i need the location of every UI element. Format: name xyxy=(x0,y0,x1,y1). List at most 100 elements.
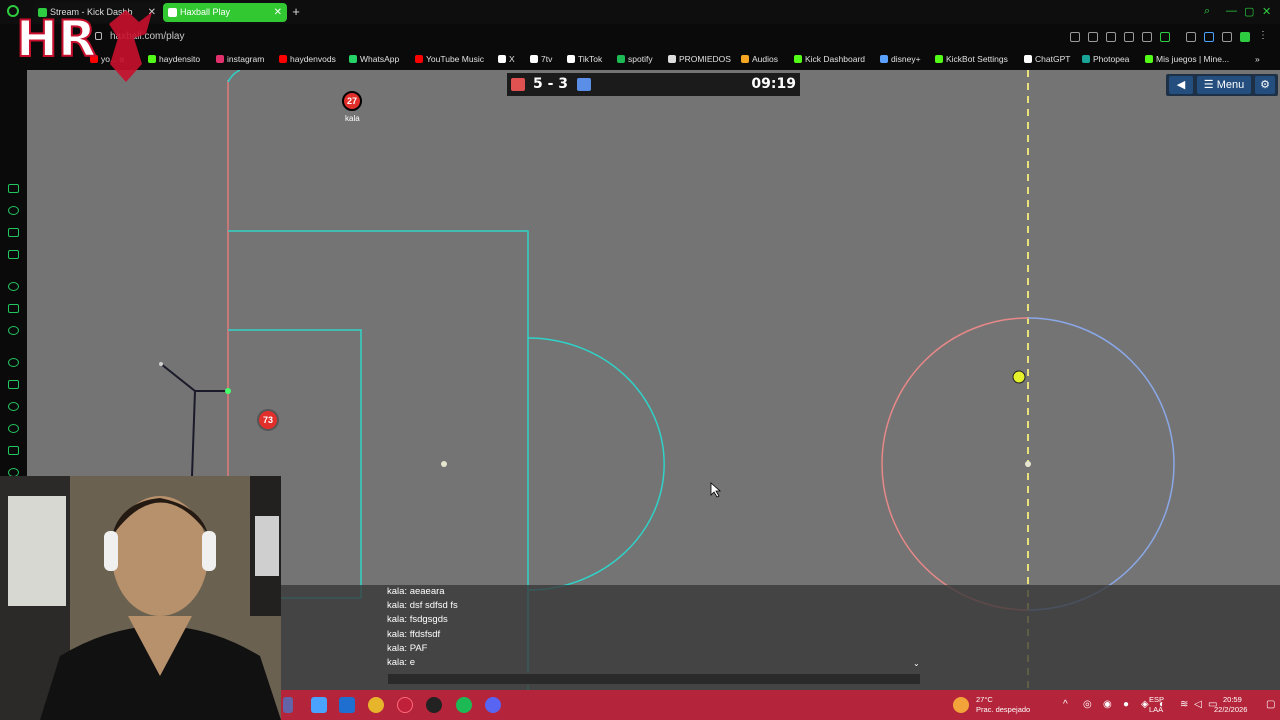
player-number: 73 xyxy=(262,415,273,425)
bookmark-photopea[interactable]: Photopea xyxy=(1082,54,1129,64)
mouse-cursor-icon xyxy=(710,482,722,498)
chat-panel: kala: aeaeara kala: dsf sdfsd fs kala: fsd… xyxy=(281,585,1280,690)
tray-app-icon[interactable]: ◈ xyxy=(1141,699,1149,710)
chat-message: kala: dsf sdfsd fs xyxy=(387,600,458,612)
profile-icon[interactable] xyxy=(1240,32,1250,42)
obs-icon[interactable] xyxy=(426,697,442,713)
bookmark-promiedos[interactable]: PROMIEDOS xyxy=(668,54,731,64)
wifi-icon[interactable]: ≋ xyxy=(1180,699,1188,710)
menu-label: Menu xyxy=(1216,79,1245,91)
bookmark-kickbot-settings[interactable]: KickBot Settings xyxy=(935,54,1008,64)
7tv-icon xyxy=(530,55,538,63)
bookmark-spotify[interactable]: spotify xyxy=(617,54,653,64)
chat-expand-icon[interactable]: ⌄ xyxy=(913,659,920,668)
sidebar-whatsapp-icon[interactable] xyxy=(8,358,19,367)
search-icon[interactable]: ⌕ xyxy=(1204,5,1210,18)
tray-app-icon[interactable]: ◉ xyxy=(1103,699,1112,710)
weather-temp: 27°C xyxy=(976,695,993,704)
sidebar-chatgpt-icon[interactable] xyxy=(8,282,19,291)
bookmark-label: ChatGPT xyxy=(1035,54,1071,64)
haxball-icon xyxy=(168,8,177,17)
heart-icon[interactable] xyxy=(1160,32,1170,42)
new-tab-button[interactable]: + xyxy=(289,3,303,21)
bookmark-instagram[interactable]: instagram xyxy=(216,54,264,64)
clock-date[interactable]: 22/2/2026 xyxy=(1214,705,1247,714)
bookmark-icon[interactable] xyxy=(1070,32,1080,42)
bookmark-audios[interactable]: Audios xyxy=(741,54,778,64)
sound-toggle-button[interactable]: ◀ xyxy=(1169,76,1193,94)
keyboard-language[interactable]: ESP xyxy=(1149,695,1164,704)
player-number: 27 xyxy=(346,96,357,106)
chat-message: kala: ffdsfsdf xyxy=(387,628,441,640)
close-tab-icon[interactable]: ✕ xyxy=(274,3,282,22)
bookmark-label: Kick Dashboard xyxy=(805,54,866,64)
7tv-extension-icon[interactable] xyxy=(1204,32,1214,42)
bookmark-x[interactable]: X xyxy=(498,54,515,64)
windows-taskbar: 27°C Prac. despejado ^ ◎ ◉ ● ◈ ◐ ESP ESP… xyxy=(281,690,1280,720)
bookmark-label: KickBot Settings xyxy=(946,54,1008,64)
webcam-overlay xyxy=(0,476,281,720)
screenshot-icon[interactable] xyxy=(1088,32,1098,42)
bookmark-label: Audios xyxy=(752,54,778,64)
bookmark-whatsapp[interactable]: WhatsApp xyxy=(349,54,399,64)
sidebar-history-icon[interactable] xyxy=(8,424,19,433)
play-icon[interactable] xyxy=(1142,32,1152,42)
close-window-icon[interactable]: ✕ xyxy=(1262,5,1271,18)
match-timer: 09:19 xyxy=(751,76,796,92)
opera-icon[interactable] xyxy=(397,697,413,713)
puzzle-icon[interactable] xyxy=(1222,32,1232,42)
browser-sidebar xyxy=(0,70,27,490)
bookmark-mis-juegos-mine[interactable]: Mis juegos | Mine... xyxy=(1145,54,1229,64)
sidebar-telegram-icon[interactable] xyxy=(8,326,19,335)
volume-icon[interactable]: ◁ xyxy=(1194,699,1202,710)
minimize-icon[interactable]: — xyxy=(1226,5,1237,17)
bookmark-disney[interactable]: disney+ xyxy=(880,54,921,64)
store-icon[interactable] xyxy=(339,697,355,713)
notifications-icon[interactable]: ▢ xyxy=(1266,699,1275,710)
photopea-icon xyxy=(1082,55,1090,63)
file-explorer-icon[interactable] xyxy=(311,697,327,713)
bookmark-label: spotify xyxy=(628,54,653,64)
clock-time[interactable]: 20:59 xyxy=(1223,695,1242,704)
sidebar-download-icon[interactable] xyxy=(8,446,19,455)
bookmark-haydenvods[interactable]: haydenvods xyxy=(279,54,336,64)
tray-app-icon[interactable]: ◎ xyxy=(1083,699,1092,710)
sidebar-refresh-icon[interactable] xyxy=(8,206,19,215)
audios-icon xyxy=(741,55,749,63)
chrome-icon[interactable] xyxy=(368,697,384,713)
bookmark-7tv[interactable]: 7tv xyxy=(530,54,552,64)
bookmarks-overflow-icon[interactable]: » xyxy=(1255,54,1260,64)
sidebar-dashboard-icon[interactable] xyxy=(8,184,19,193)
sidebar-media-icon[interactable] xyxy=(8,250,19,259)
extension-icon[interactable] xyxy=(1186,32,1196,42)
tab-haxball-play[interactable]: Haxball Play ✕ xyxy=(163,3,287,22)
spotify-icon[interactable] xyxy=(456,697,472,713)
sidebar-apps-icon[interactable] xyxy=(8,380,19,389)
shield-icon[interactable] xyxy=(1106,32,1116,42)
teams-icon[interactable] xyxy=(283,697,293,713)
bookmark-chatgpt[interactable]: ChatGPT xyxy=(1024,54,1070,64)
tray-chevron-icon[interactable]: ^ xyxy=(1063,699,1068,710)
discord-icon[interactable] xyxy=(485,697,501,713)
weather-icon[interactable] xyxy=(953,697,969,713)
bookmark-tiktok[interactable]: TikTok xyxy=(567,54,602,64)
weather-desc: Prac. despejado xyxy=(976,705,1031,714)
kebab-menu-icon[interactable]: ⋮ xyxy=(1258,31,1268,42)
bookmark-kick-dashboard[interactable]: Kick Dashboard xyxy=(794,54,865,64)
sidebar-heart-icon[interactable] xyxy=(8,402,19,411)
menu-button[interactable]: ☰ Menu xyxy=(1197,76,1251,94)
bookmark-label: 7tv xyxy=(541,54,553,64)
youtube-music-icon xyxy=(415,55,423,63)
bookmark-label: Mis juegos | Mine... xyxy=(1156,54,1230,64)
blue-team-badge xyxy=(577,78,591,91)
tray-mic-icon[interactable]: ● xyxy=(1123,699,1129,710)
sidebar-twitch-icon[interactable] xyxy=(8,304,19,313)
record-icon[interactable] xyxy=(1124,32,1134,42)
maximize-icon[interactable]: ▢ xyxy=(1244,5,1254,18)
player-avatar: 27 xyxy=(342,91,362,111)
bookmark-youtube-music[interactable]: YouTube Music xyxy=(415,54,484,64)
chat-input[interactable] xyxy=(387,673,921,685)
webcam-feed xyxy=(0,476,281,720)
settings-gear-button[interactable]: ⚙ xyxy=(1255,76,1275,94)
sidebar-notes-icon[interactable] xyxy=(8,228,19,237)
